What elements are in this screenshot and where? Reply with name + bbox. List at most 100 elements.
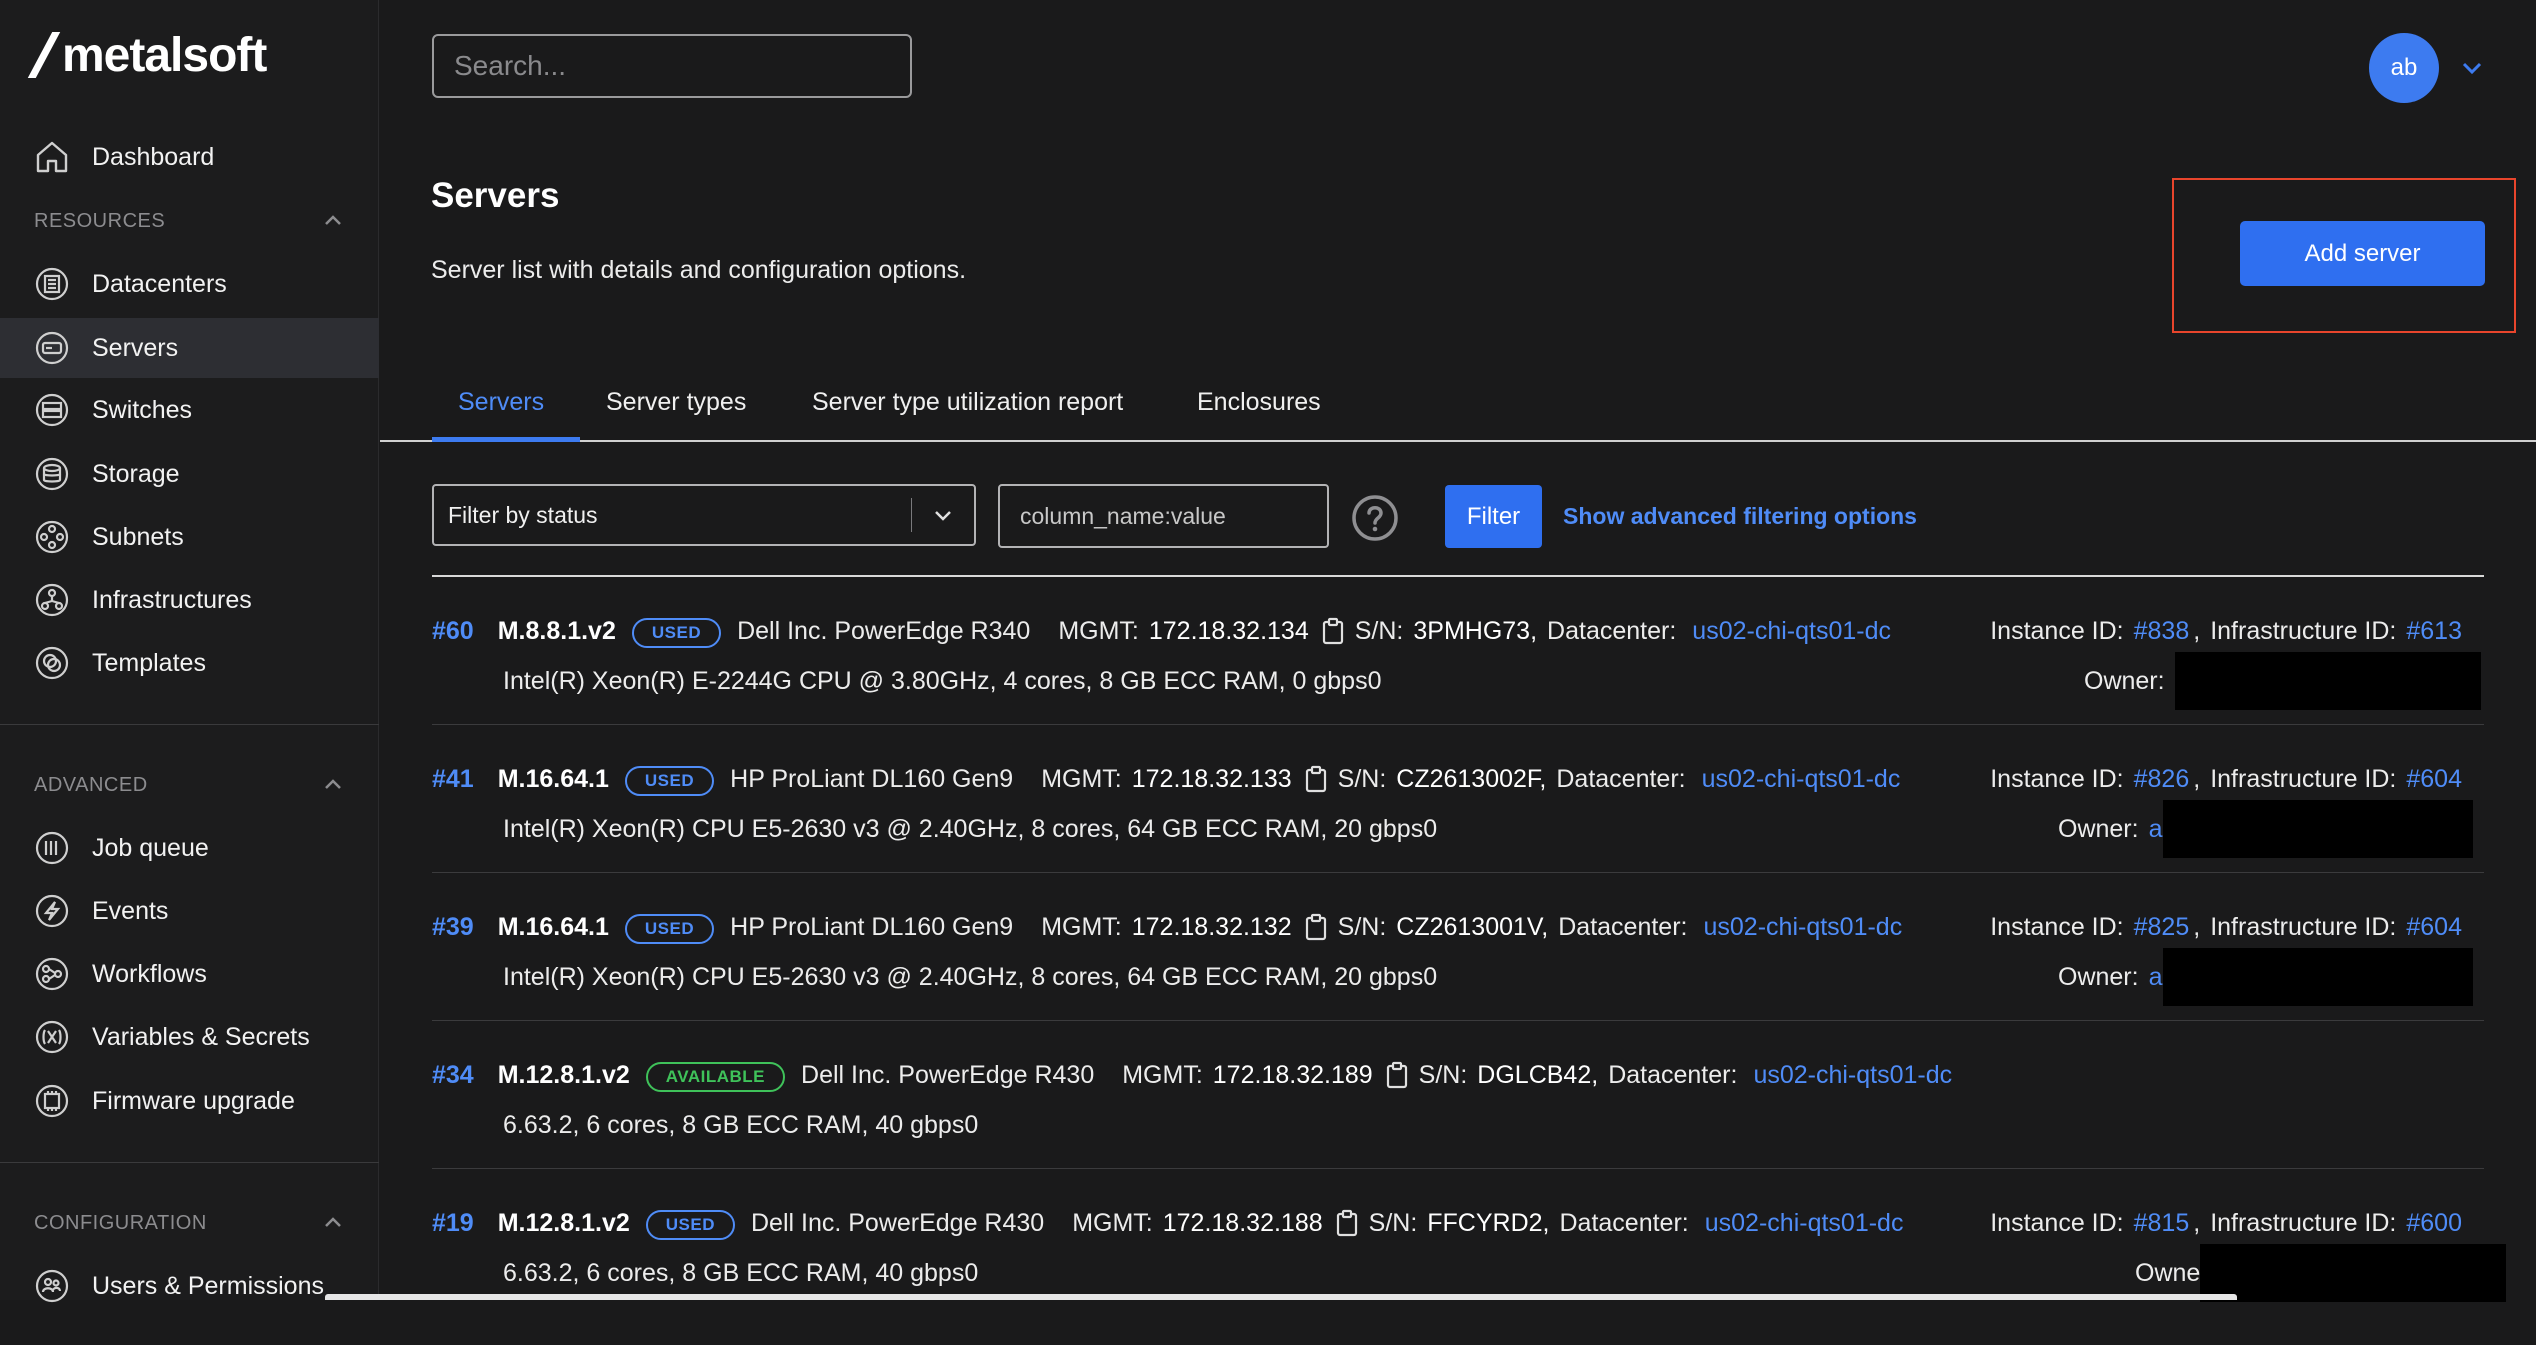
sidebar-item-label: Datacenters bbox=[92, 269, 227, 298]
filter-query-input[interactable] bbox=[998, 484, 1329, 548]
instance-id-link[interactable]: #825 bbox=[2134, 913, 2190, 942]
datacenter-link[interactable]: us02-chi-qts01-dc bbox=[1753, 1061, 1952, 1090]
sidebar-item-templates[interactable]: Templates bbox=[0, 633, 379, 693]
sidebar-item-job-queue[interactable]: Job queue bbox=[0, 818, 379, 878]
sidebar-item-label: Events bbox=[92, 896, 169, 925]
mgmt-ip: 172.18.32.132 bbox=[1131, 912, 1292, 941]
server-row[interactable]: #41 M.16.64.1 USED HP ProLiant DL160 Gen… bbox=[432, 753, 2484, 901]
tab-servers[interactable]: Servers bbox=[458, 388, 544, 440]
sidebar-item-servers[interactable]: Servers bbox=[0, 318, 379, 378]
server-type: M.8.8.1.v2 bbox=[497, 616, 616, 645]
infrastructure-id-link[interactable]: #613 bbox=[2406, 617, 2462, 646]
events-icon bbox=[34, 893, 70, 929]
tab-enclosures[interactable]: Enclosures bbox=[1197, 388, 1321, 440]
sidebar-item-label: Templates bbox=[92, 648, 206, 677]
advanced-filtering-link[interactable]: Show advanced filtering options bbox=[1563, 503, 1917, 530]
datacenter-link[interactable]: us02-chi-qts01-dc bbox=[1704, 913, 1903, 942]
sidebar-item-firmware-upgrade[interactable]: Firmware upgrade bbox=[0, 1071, 379, 1131]
subnet-icon bbox=[34, 519, 70, 555]
search-input[interactable] bbox=[432, 34, 912, 98]
redacted-owner bbox=[2162, 948, 2473, 1006]
server-row[interactable]: #39 M.16.64.1 USED HP ProLiant DL160 Gen… bbox=[432, 901, 2484, 1049]
sn-label: S/N: bbox=[1337, 912, 1387, 941]
filter-button[interactable]: Filter bbox=[1445, 485, 1542, 548]
server-id-link[interactable]: #41 bbox=[432, 765, 474, 794]
status-badge: USED bbox=[631, 618, 722, 648]
chevron-down-icon[interactable] bbox=[912, 503, 974, 527]
sidebar-divider bbox=[0, 1162, 379, 1163]
section-title: ADVANCED bbox=[34, 773, 148, 796]
sidebar-item-storage[interactable]: Storage bbox=[0, 444, 379, 504]
job-queue-icon bbox=[34, 830, 70, 866]
owner-label: Owner: bbox=[2058, 962, 2139, 991]
tab-server-types[interactable]: Server types bbox=[606, 388, 746, 440]
infrastructure-id-label: Infrastructure ID: bbox=[2210, 912, 2397, 941]
instance-id-link[interactable]: #815 bbox=[2134, 1209, 2190, 1238]
server-type: M.12.8.1.v2 bbox=[497, 1208, 630, 1237]
mgmt-ip: 172.18.32.188 bbox=[1162, 1208, 1323, 1237]
server-id-link[interactable]: #39 bbox=[432, 913, 474, 942]
sidebar-item-users-permissions[interactable]: Users & Permissions bbox=[0, 1256, 379, 1316]
switch-icon bbox=[34, 392, 70, 428]
sidebar-item-infrastructures[interactable]: Infrastructures bbox=[0, 570, 379, 630]
server-row[interactable]: #60 M.8.8.1.v2 USED Dell Inc. PowerEdge … bbox=[432, 605, 2484, 753]
infrastructure-id-link[interactable]: #600 bbox=[2406, 1209, 2462, 1238]
sidebar-item-label: Servers bbox=[92, 333, 179, 362]
sidebar-item-dashboard[interactable]: Dashboard bbox=[0, 127, 379, 187]
avatar[interactable]: ab bbox=[2369, 33, 2439, 103]
clipboard-icon[interactable] bbox=[1304, 765, 1328, 793]
sidebar-item-label: Job queue bbox=[92, 833, 209, 862]
datacenter-link[interactable]: us02-chi-qts01-dc bbox=[1705, 1209, 1904, 1238]
datacenter-label: Datacenter: bbox=[1547, 616, 1677, 645]
server-specs: Intel(R) Xeon(R) CPU E5-2630 v3 @ 2.40GH… bbox=[503, 814, 1438, 843]
instance-id-link[interactable]: #838 bbox=[2134, 617, 2190, 646]
datacenter-label: Datacenter: bbox=[1556, 764, 1686, 793]
serial-number: CZ2613001V, bbox=[1396, 912, 1549, 941]
server-icon bbox=[34, 330, 70, 366]
status-filter-select[interactable]: Filter by status bbox=[432, 484, 976, 546]
sidebar-item-variables-secrets[interactable]: Variables & Secrets bbox=[0, 1007, 379, 1067]
server-id-link[interactable]: #34 bbox=[432, 1061, 474, 1090]
add-server-button[interactable]: Add server bbox=[2240, 221, 2485, 286]
active-tab-indicator bbox=[432, 437, 580, 442]
storage-icon bbox=[34, 456, 70, 492]
sn-label: S/N: bbox=[1337, 764, 1387, 793]
sidebar-item-switches[interactable]: Switches bbox=[0, 380, 379, 440]
page-subtitle: Server list with details and configurati… bbox=[431, 256, 967, 284]
sidebar-item-workflows[interactable]: Workflows bbox=[0, 944, 379, 1004]
sidebar-item-subnets[interactable]: Subnets bbox=[0, 507, 379, 567]
server-type: M.12.8.1.v2 bbox=[497, 1060, 630, 1089]
infrastructure-id-link[interactable]: #604 bbox=[2406, 765, 2462, 794]
chevron-down-icon[interactable] bbox=[2458, 54, 2486, 82]
server-id-link[interactable]: #19 bbox=[432, 1209, 474, 1238]
server-row[interactable]: #34 M.12.8.1.v2 AVAILABLE Dell Inc. Powe… bbox=[432, 1049, 2484, 1197]
mgmt-ip: 172.18.32.133 bbox=[1131, 764, 1292, 793]
sidebar-item-datacenters[interactable]: Datacenters bbox=[0, 254, 379, 314]
datacenter-link[interactable]: us02-chi-qts01-dc bbox=[1702, 765, 1901, 794]
infrastructure-id-link[interactable]: #604 bbox=[2406, 913, 2462, 942]
serial-number: FFCYRD2, bbox=[1427, 1208, 1550, 1237]
section-title: RESOURCES bbox=[34, 209, 166, 232]
variables-icon bbox=[34, 1019, 70, 1055]
section-header-configuration[interactable]: CONFIGURATION bbox=[34, 1203, 345, 1243]
owner-link[interactable]: a bbox=[2149, 963, 2163, 992]
help-icon[interactable] bbox=[1351, 494, 1399, 542]
server-vendor: HP ProLiant DL160 Gen9 bbox=[730, 912, 1014, 941]
instance-id-link[interactable]: #826 bbox=[2134, 765, 2190, 794]
owner-field: Owner: bbox=[2084, 652, 2481, 710]
clipboard-icon[interactable] bbox=[1335, 1209, 1359, 1237]
status-badge: USED bbox=[624, 914, 715, 944]
server-row[interactable]: #19 M.12.8.1.v2 USED Dell Inc. PowerEdge… bbox=[432, 1197, 2507, 1345]
section-header-resources[interactable]: RESOURCES bbox=[34, 201, 345, 241]
datacenter-link[interactable]: us02-chi-qts01-dc bbox=[1692, 617, 1891, 646]
server-id-link[interactable]: #60 bbox=[432, 617, 474, 646]
tab-server-type-utilization-report[interactable]: Server type utilization report bbox=[812, 388, 1123, 440]
sidebar-item-events[interactable]: Events bbox=[0, 881, 379, 941]
clipboard-icon[interactable] bbox=[1304, 913, 1328, 941]
owner-link[interactable]: a bbox=[2149, 815, 2163, 844]
section-header-advanced[interactable]: ADVANCED bbox=[34, 765, 345, 805]
clipboard-icon[interactable] bbox=[1321, 617, 1345, 645]
metalsoft-logo[interactable]: metalsoft bbox=[34, 29, 267, 82]
clipboard-icon[interactable] bbox=[1385, 1061, 1409, 1089]
sidebar-item-label: Workflows bbox=[92, 959, 207, 988]
